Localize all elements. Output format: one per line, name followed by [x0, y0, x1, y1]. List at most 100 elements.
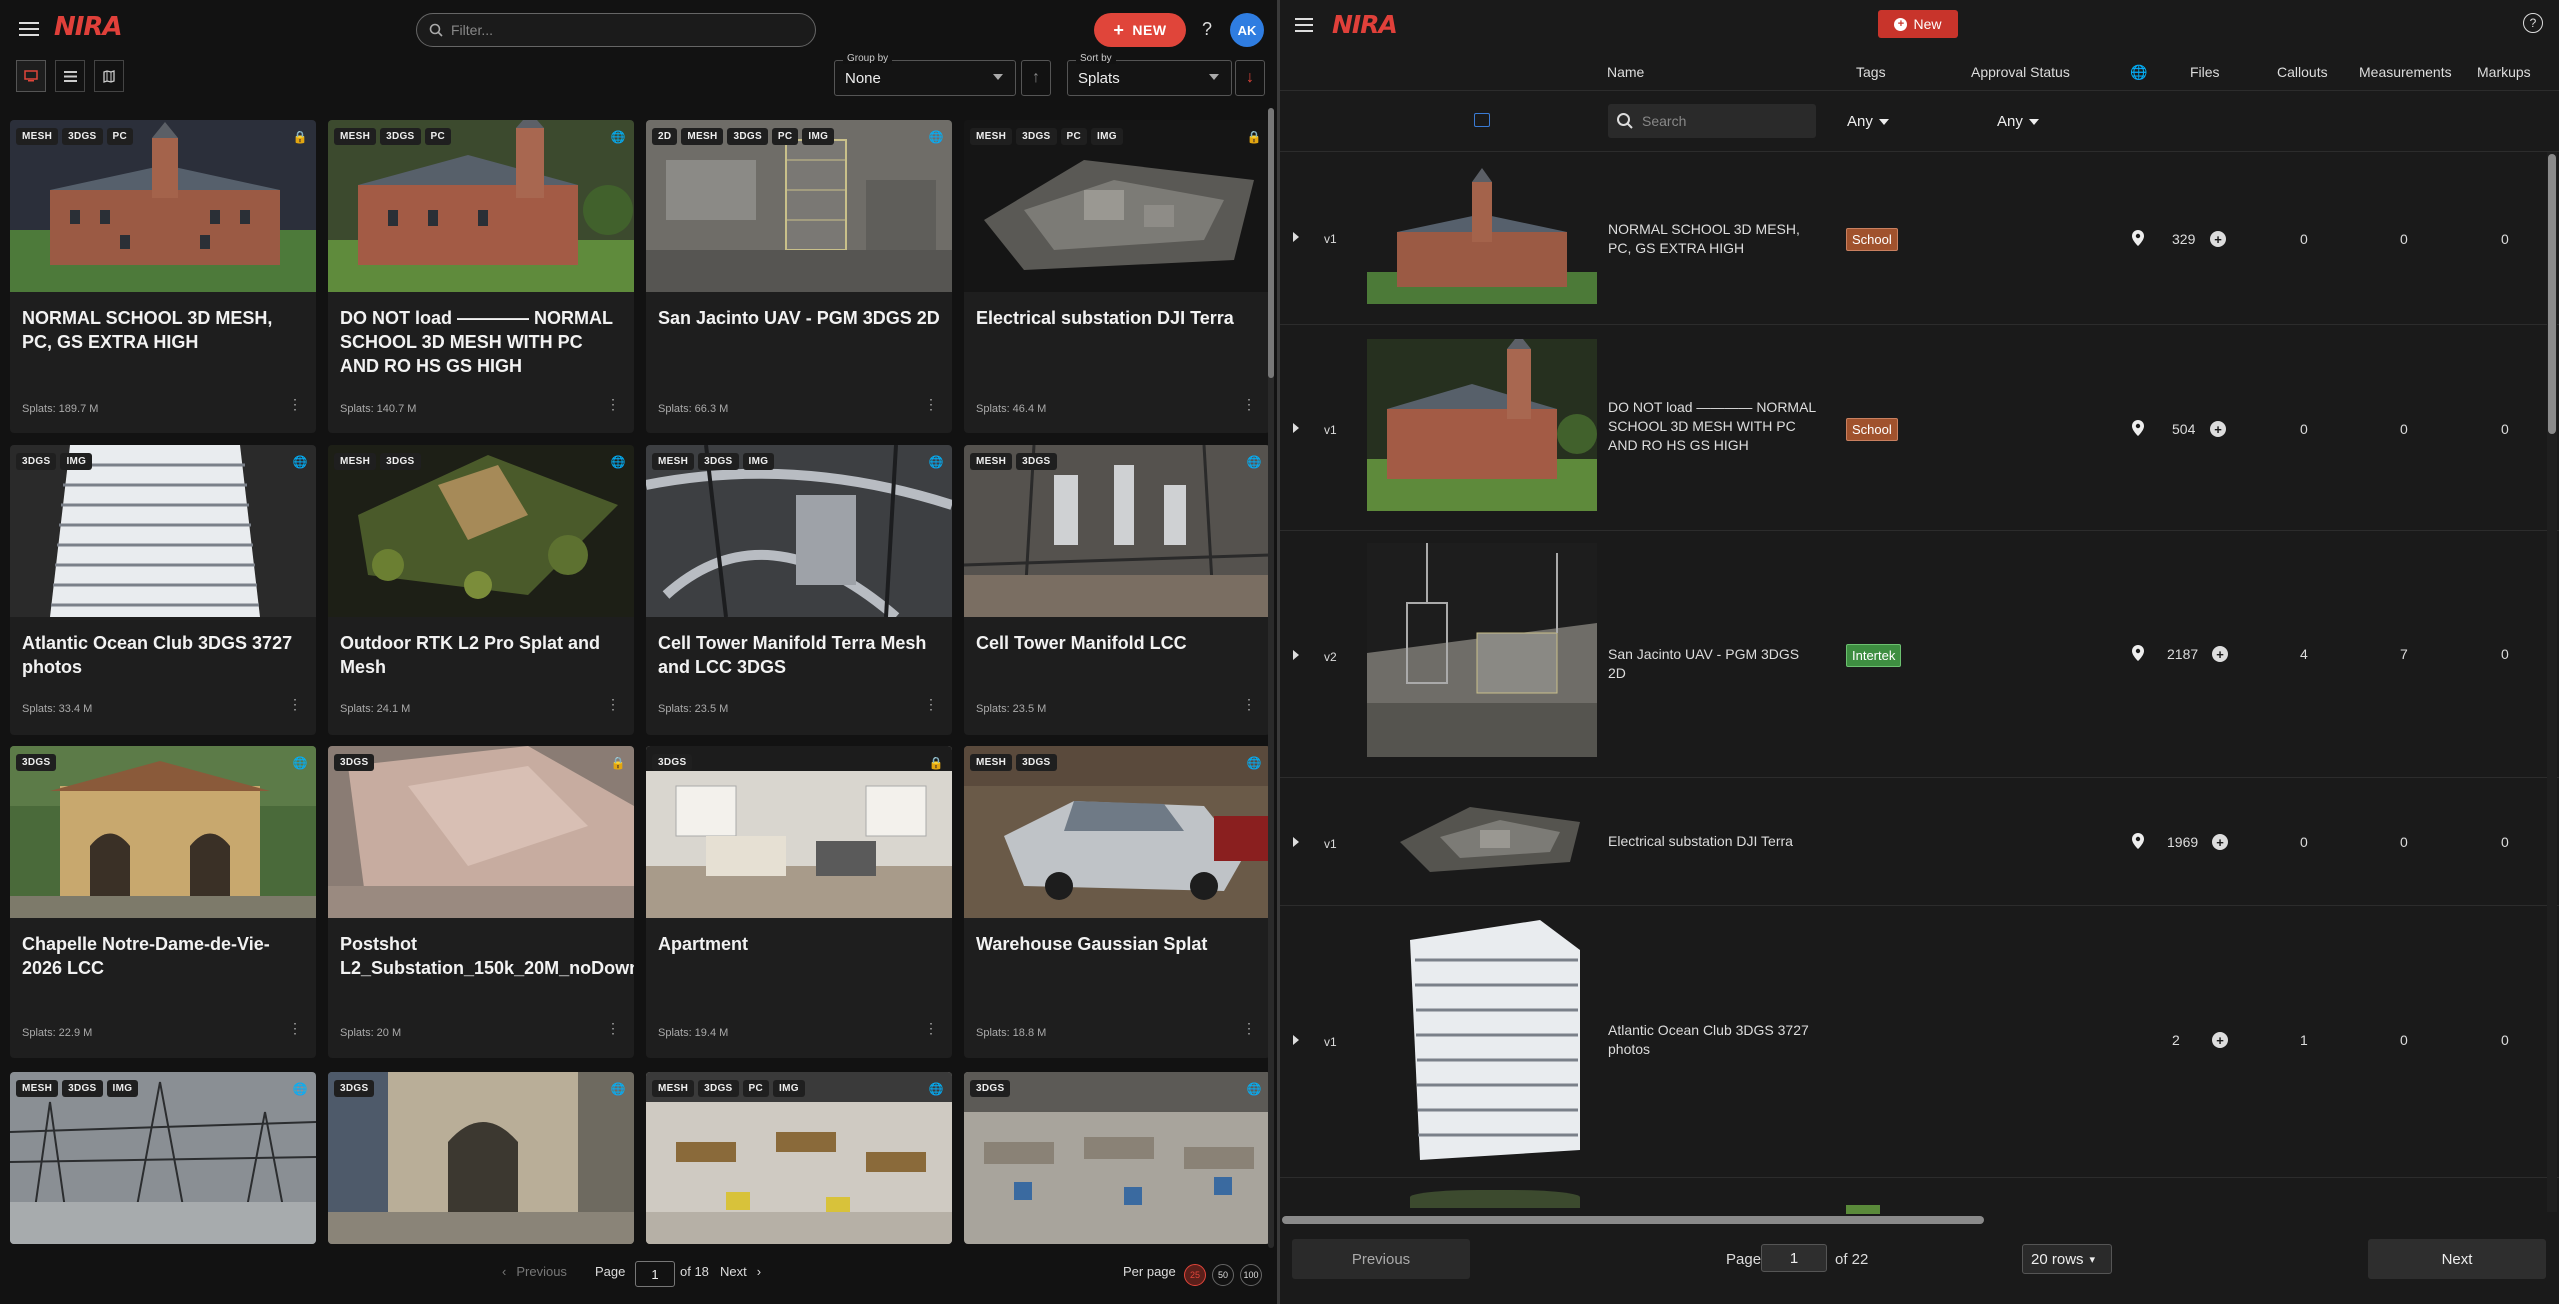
pager-previous[interactable]: ‹ Previous — [502, 1264, 567, 1279]
add-file-icon[interactable]: + — [2212, 834, 2228, 850]
more-options-icon[interactable]: ⋮ — [288, 397, 302, 411]
card-title[interactable]: NORMAL SCHOOL 3D MESH, PC, GS EXTRA HIGH — [22, 306, 306, 354]
column-callouts[interactable]: Callouts — [2277, 64, 2328, 80]
more-options-icon[interactable]: ⋮ — [606, 697, 620, 711]
card-title[interactable]: Electrical substation DJI Terra — [976, 306, 1260, 330]
column-name[interactable]: Name — [1607, 64, 1644, 80]
card-title[interactable]: Cell Tower Manifold LCC — [976, 631, 1260, 655]
more-options-icon[interactable]: ⋮ — [1242, 397, 1256, 411]
menu-icon[interactable] — [16, 16, 42, 42]
rows-select[interactable]: 20 rows ▾ — [2022, 1244, 2112, 1274]
help-button[interactable]: ? — [1192, 14, 1222, 44]
search-input[interactable] — [1642, 113, 1802, 129]
project-card[interactable]: MESH 3DGS PC IMG 🌐 — [646, 1072, 952, 1244]
column-tags[interactable]: Tags — [1856, 64, 1886, 80]
row-name[interactable]: Atlantic Ocean Club 3DGS 3727 photos — [1608, 1021, 1818, 1059]
expand-icon[interactable] — [1293, 1035, 1299, 1045]
nira-logo[interactable]: NIRA — [1332, 10, 1398, 39]
filter-field[interactable] — [416, 13, 816, 47]
more-options-icon[interactable]: ⋮ — [924, 397, 938, 411]
card-title[interactable]: Warehouse Gaussian Splat — [976, 932, 1260, 956]
expand-icon[interactable] — [1293, 650, 1299, 660]
project-card[interactable]: 2D MESH 3DGS PC IMG 🌐 San Jacinto UAV - PGM … — [646, 120, 952, 433]
add-file-icon[interactable]: + — [2210, 421, 2226, 437]
expand-icon[interactable] — [1293, 423, 1299, 433]
project-card[interactable]: 3DGS 🌐 — [964, 1072, 1270, 1244]
help-circle-icon[interactable]: ? — [2523, 13, 2543, 33]
per-page-100[interactable]: 100 — [1240, 1264, 1262, 1286]
page-input[interactable]: 1 — [635, 1261, 675, 1287]
search-field[interactable] — [1608, 104, 1816, 138]
project-card[interactable]: 3DGS IMG 🌐 Atlantic Ocean Club 3DGS 3727 … — [10, 445, 316, 735]
more-options-icon[interactable]: ⋮ — [606, 397, 620, 411]
page-input[interactable]: 1 — [1761, 1244, 1827, 1272]
card-title[interactable]: Postshot L2_Substation_150k_20M_noDownSa… — [340, 932, 634, 980]
per-page-25[interactable]: 25 — [1184, 1264, 1206, 1286]
tags-filter[interactable]: Any — [1847, 113, 1889, 130]
per-page-50[interactable]: 50 — [1212, 1264, 1234, 1286]
project-card[interactable]: MESH 3DGS 🌐 Warehouse Gaussian Splat Spla… — [964, 746, 1270, 1058]
add-file-icon[interactable]: + — [2210, 231, 2226, 247]
more-options-icon[interactable]: ⋮ — [606, 1021, 620, 1035]
project-card[interactable]: MESH 3DGS PC 🔒 NORMAL SCHOOL 3D MESH, PC, … — [10, 120, 316, 433]
location-pin-icon[interactable] — [2132, 420, 2144, 436]
avatar[interactable]: AK — [1230, 13, 1264, 47]
scrollbar-thumb[interactable] — [2548, 154, 2556, 434]
image-icon[interactable] — [1474, 113, 1490, 127]
project-card[interactable]: 3DGS 🌐 — [328, 1072, 634, 1244]
row-name[interactable]: DO NOT load ———— NORMAL SCHOOL 3D MESH W… — [1608, 398, 1818, 455]
project-card[interactable]: 3DGS 🔒 Postshot L2_Substation_150k_20M_n… — [328, 746, 634, 1058]
project-card[interactable]: MESH 3DGS PC IMG 🔒 Electrical substation DJ… — [964, 120, 1270, 433]
row-thumbnail[interactable] — [1367, 339, 1597, 511]
more-options-icon[interactable]: ⋮ — [288, 1021, 302, 1035]
card-title[interactable]: Chapelle Notre-Dame-de-Vie-2026 LCC — [22, 932, 306, 980]
expand-icon[interactable] — [1293, 837, 1299, 847]
grid-view-toggle[interactable] — [16, 60, 46, 92]
sort-by-select[interactable]: Sort by Splats — [1067, 53, 1232, 96]
card-title[interactable]: Atlantic Ocean Club 3DGS 3727 photos — [22, 631, 306, 679]
more-options-icon[interactable]: ⋮ — [1242, 697, 1256, 711]
expand-icon[interactable] — [1293, 232, 1299, 242]
filter-input[interactable] — [451, 22, 791, 38]
column-markups[interactable]: Markups — [2477, 64, 2531, 80]
row-thumbnail[interactable] — [1367, 543, 1597, 757]
previous-button[interactable]: Previous — [1292, 1239, 1470, 1279]
scrollbar-thumb[interactable] — [1268, 108, 1274, 378]
new-button[interactable]: + NEW — [1094, 13, 1186, 47]
globe-icon[interactable]: 🌐 — [2130, 64, 2147, 81]
location-pin-icon[interactable] — [2132, 645, 2144, 661]
next-button[interactable]: Next — [2368, 1239, 2546, 1279]
new-button[interactable]: + New — [1878, 10, 1958, 38]
pager-next[interactable]: Next › — [720, 1264, 761, 1279]
project-card[interactable]: MESH 3DGS 🌐 Cell Tower Manifold LCC Splat… — [964, 445, 1270, 735]
project-card[interactable]: 3DGS 🔒 Apartment Splats: 19.4 M ⋮ — [646, 746, 952, 1058]
card-title[interactable]: Outdoor RTK L2 Pro Splat and Mesh — [340, 631, 624, 679]
card-title[interactable]: Apartment — [658, 932, 942, 956]
more-options-icon[interactable]: ⋮ — [924, 1021, 938, 1035]
scrollbar-thumb[interactable] — [1282, 1216, 1984, 1224]
project-card[interactable]: 3DGS 🌐 Chapelle Notre-Dame-de-Vie-2026 L… — [10, 746, 316, 1058]
more-options-icon[interactable]: ⋮ — [924, 697, 938, 711]
group-by-select[interactable]: Group by None — [834, 53, 1016, 96]
row-name[interactable]: NORMAL SCHOOL 3D MESH, PC, GS EXTRA HIGH — [1608, 220, 1818, 258]
menu-icon[interactable] — [1293, 14, 1315, 36]
more-options-icon[interactable]: ⋮ — [1242, 1021, 1256, 1035]
project-card[interactable]: MESH 3DGS 🌐 Outdoor RTK L2 Pro Splat and … — [328, 445, 634, 735]
location-pin-icon[interactable] — [2132, 833, 2144, 849]
column-files[interactable]: Files — [2190, 64, 2220, 80]
row-thumbnail[interactable] — [1367, 162, 1597, 304]
add-file-icon[interactable]: + — [2212, 646, 2228, 662]
location-pin-icon[interactable] — [2132, 230, 2144, 246]
row-thumbnail[interactable] — [1390, 792, 1590, 882]
project-card[interactable]: MESH 3DGS IMG 🌐 — [10, 1072, 316, 1244]
card-title[interactable]: Cell Tower Manifold Terra Mesh and LCC 3… — [658, 631, 942, 679]
card-title[interactable]: DO NOT load ———— NORMAL SCHOOL 3D MESH W… — [340, 306, 624, 378]
card-title[interactable]: San Jacinto UAV - PGM 3DGS 2D — [658, 306, 942, 330]
list-view-toggle[interactable] — [55, 60, 85, 92]
row-name[interactable]: Electrical substation DJI Terra — [1608, 832, 1818, 851]
grid-scrollbar[interactable] — [1268, 108, 1274, 1248]
column-approval[interactable]: Approval Status — [1971, 64, 2070, 80]
project-card[interactable]: MESH 3DGS IMG 🌐 Cell Tower Manifold Terra … — [646, 445, 952, 735]
add-file-icon[interactable]: + — [2212, 1032, 2228, 1048]
group-direction-button[interactable]: ↑ — [1021, 60, 1051, 96]
